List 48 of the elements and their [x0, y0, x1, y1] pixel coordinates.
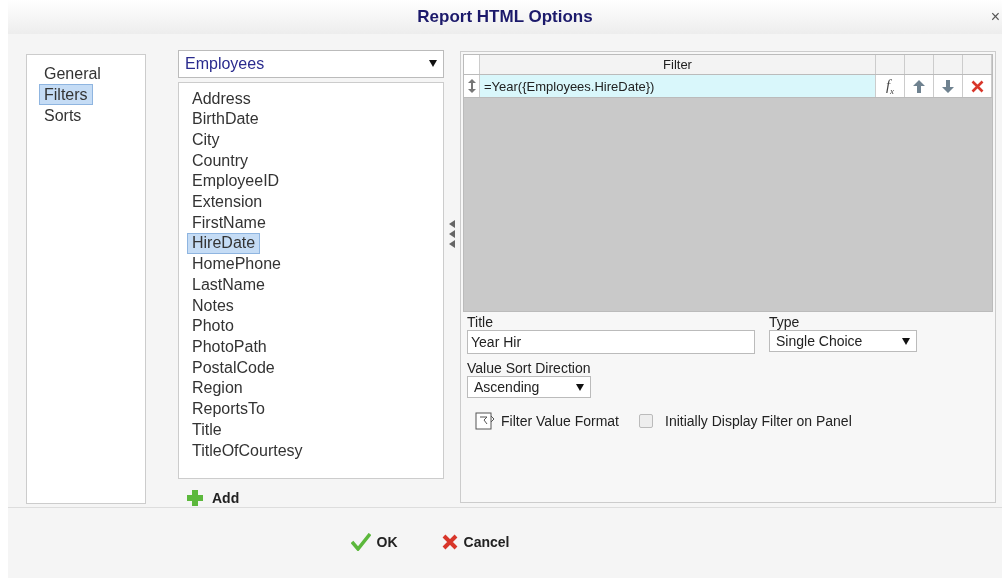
field-item[interactable]: FirstName — [187, 212, 271, 234]
field-item[interactable]: City — [187, 129, 225, 151]
down-arrow-icon[interactable] — [942, 79, 954, 93]
type-dropdown[interactable]: Single Choice — [769, 330, 917, 352]
field-item[interactable]: Title — [187, 419, 227, 441]
filter-row[interactable]: =Year({Employees.HireDate}) f$_{x}$ — [464, 75, 992, 98]
add-button[interactable]: Add — [186, 489, 240, 507]
field-label: Title — [467, 314, 494, 330]
field-item[interactable]: Address — [187, 88, 256, 110]
field-item[interactable]: Notes — [187, 295, 239, 317]
field-item[interactable]: EmployeeID — [187, 171, 285, 193]
field-item[interactable]: LastName — [187, 274, 270, 296]
close-button[interactable]: × — [988, 8, 1002, 26]
field-label: Value Sort Direction — [467, 360, 592, 376]
field-item[interactable]: HireDate — [187, 233, 261, 255]
cross-icon — [441, 534, 458, 550]
nav-item[interactable]: Sorts — [39, 105, 87, 126]
field-label: Type — [769, 314, 801, 330]
caret-icon — [576, 383, 584, 391]
filter-value-format-link[interactable]: Filter Value Format — [501, 413, 619, 429]
caret-icon — [429, 60, 437, 68]
nav-item[interactable]: General — [39, 63, 106, 84]
checkmark-icon — [350, 533, 371, 551]
field-item[interactable]: Extension — [187, 192, 268, 213]
field-item[interactable]: Country — [187, 150, 254, 172]
field-item[interactable]: PostalCode — [187, 357, 280, 379]
field-item[interactable]: Region — [187, 378, 248, 400]
caret-icon — [902, 337, 910, 345]
field-item[interactable]: ReportsTo — [187, 399, 270, 420]
title-input[interactable]: Year Hir — [467, 330, 755, 354]
checkbox-label: Initially Display Filter on Panel — [665, 413, 852, 429]
sort-direction-dropdown[interactable]: Ascending — [467, 376, 591, 398]
field-item[interactable]: Photo — [187, 316, 239, 337]
field-item[interactable]: BirthDate — [187, 109, 264, 130]
ok-button[interactable]: OK — [350, 533, 398, 551]
format-icon[interactable] — [475, 412, 495, 430]
field-item[interactable]: PhotoPath — [187, 337, 272, 358]
field-item[interactable]: HomePhone — [187, 254, 286, 275]
delete-icon[interactable] — [970, 79, 984, 93]
plus-icon — [186, 489, 204, 507]
field-item[interactable]: TitleOfCourtesy — [187, 440, 308, 462]
nav-item[interactable]: Filters — [39, 84, 93, 105]
drag-handle-icon[interactable] — [467, 79, 476, 93]
source-dropdown[interactable]: Employees — [178, 50, 444, 78]
window-title: Report HTML Options — [417, 7, 593, 27]
cancel-button[interactable]: Cancel — [441, 534, 510, 550]
checkbox[interactable] — [639, 414, 653, 428]
up-arrow-icon[interactable] — [913, 79, 925, 93]
